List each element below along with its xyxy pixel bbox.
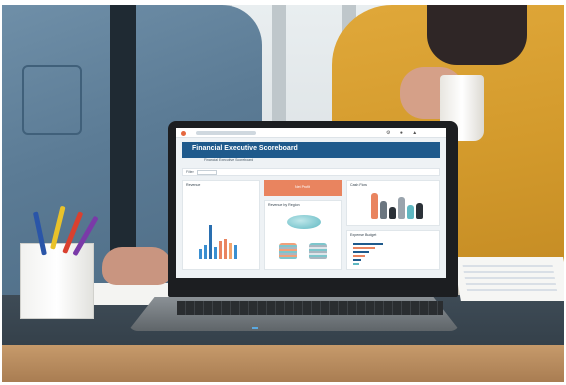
net-profit-panel: Net Profit xyxy=(264,180,342,196)
desk-wood-edge xyxy=(2,345,564,382)
horizontal-bar xyxy=(353,251,369,253)
laptop-screen: ⚙ ● ▲ Financial Executive Scoreboard Fin… xyxy=(176,128,446,278)
chart-bar xyxy=(219,241,222,259)
topbar-icons: ⚙ ● ▲ xyxy=(386,130,422,136)
revenue-panel: Revenue xyxy=(182,180,260,270)
browser-topbar: ⚙ ● ▲ xyxy=(176,128,446,138)
horizontal-bar xyxy=(353,259,361,261)
paper-printed-lines xyxy=(462,265,558,293)
cylinder-bar xyxy=(389,207,396,219)
horizontal-bar xyxy=(353,255,365,257)
laptop-keyboard xyxy=(177,301,443,315)
chart-bar xyxy=(229,243,232,259)
filter-label: Filter xyxy=(186,170,194,174)
revenue-by-region-panel: Revenue by Region xyxy=(264,200,342,270)
horizontal-bar xyxy=(353,247,375,249)
filter-bar: Filter xyxy=(182,168,440,176)
app-logo-icon xyxy=(181,131,186,136)
cylinder-bar xyxy=(407,205,414,219)
panel-title: Revenue xyxy=(186,183,201,187)
panel-title: Revenue by Region xyxy=(268,203,300,207)
pie-chart-3d xyxy=(287,215,321,229)
shirt-pocket xyxy=(22,65,82,135)
address-bar xyxy=(196,131,256,135)
cylinder-bar xyxy=(380,201,387,219)
chart-bar xyxy=(224,239,227,259)
stacked-block-chart xyxy=(279,243,297,259)
panel-title: Cash Flow xyxy=(350,183,367,187)
cylinder-bar xyxy=(416,203,423,219)
dashboard-title: Financial Executive Scoreboard xyxy=(192,145,298,152)
dashboard-header: Financial Executive Scoreboard xyxy=(182,142,440,158)
paper-sheet-right xyxy=(453,257,564,301)
chart-bar xyxy=(199,249,202,259)
chart-bar xyxy=(204,245,207,259)
panel-title: Net Profit xyxy=(295,185,310,189)
horizontal-bar xyxy=(353,243,383,245)
laptop-indicator-light xyxy=(252,327,258,329)
left-person-hand xyxy=(102,247,172,285)
horizontal-bar xyxy=(353,263,359,265)
pen-holder xyxy=(20,243,94,319)
panel-title: Expense Budget xyxy=(350,233,377,237)
chart-bar xyxy=(214,247,217,259)
stacked-block-chart xyxy=(309,243,327,259)
chart-bar xyxy=(209,225,212,259)
cylinder-bar xyxy=(398,197,405,219)
dark-top xyxy=(427,5,527,65)
chart-bar xyxy=(234,245,237,259)
dashboard-tab: Financial Executive Scoreboard xyxy=(204,158,254,162)
expense-budget-panel: Expense Budget xyxy=(346,230,440,270)
cash-flow-panel: Cash Flow xyxy=(346,180,440,226)
filter-dropdown xyxy=(197,170,217,175)
cylinder-bar xyxy=(371,193,378,219)
